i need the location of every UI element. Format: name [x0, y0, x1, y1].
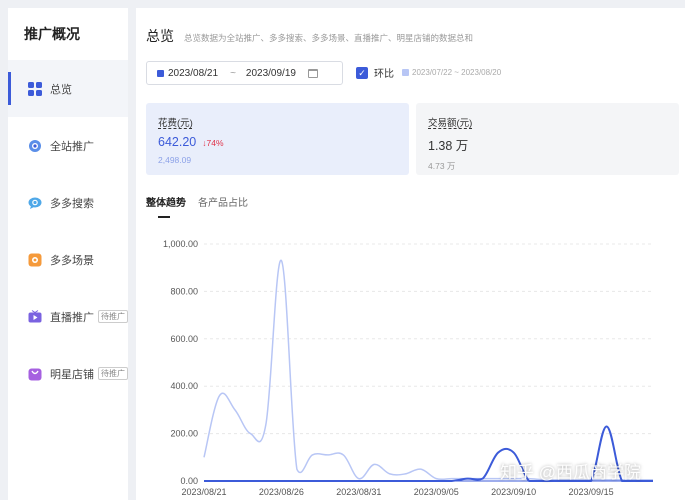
compare-range: 2023/07/22 ~ 2023/08/20	[412, 68, 502, 77]
x-tick-label: 2023/08/26	[259, 487, 304, 497]
sidebar-item-scene[interactable]: 多多场景	[8, 231, 128, 288]
sidebar-item-full-site[interactable]: 全站推广	[8, 117, 128, 174]
date-start[interactable]: 2023/08/21	[168, 68, 218, 79]
metric-card-gmv[interactable]: 交易额(元) 1.38 万 4.73 万	[416, 103, 679, 175]
sidebar-item-label: 多多场景	[50, 254, 94, 267]
compare-color-marker	[402, 69, 409, 76]
date-range-picker[interactable]: 2023/08/21 ~ 2023/09/19	[146, 61, 343, 85]
y-tick-label: 0.00	[180, 476, 198, 486]
page-description: 总览数据为全站推广、多多搜索、多多场景、直播推广、明星店铺的数据总和	[184, 33, 474, 43]
metric-value: 642.20	[158, 135, 197, 149]
pending-badge: 待推广	[98, 367, 128, 380]
sidebar-item-search[interactable]: 多多搜索	[8, 174, 128, 231]
metric-change-value: 74%	[206, 138, 224, 148]
page-title: 总览	[146, 28, 174, 44]
metric-label: 交易额(元)	[428, 118, 473, 129]
x-tick-label: 2023/09/15	[569, 487, 614, 497]
live-tv-icon	[28, 309, 42, 324]
sidebar-title: 推广概况	[24, 26, 80, 42]
date-separator: ~	[230, 67, 236, 79]
calendar-icon[interactable]	[307, 68, 318, 78]
pending-badge: 待推广	[98, 310, 128, 323]
chart-tabs: 整体趋势 各产品占比	[146, 194, 260, 218]
metric-previous: 4.73 万	[428, 161, 456, 171]
star-shop-icon	[28, 367, 42, 381]
x-tick-label: 2023/08/31	[336, 487, 381, 497]
watermark: 知乎 @西瓜商学院	[500, 463, 641, 482]
compare-checkbox[interactable]: ✓	[356, 66, 368, 79]
x-tick-label: 2023/09/10	[491, 487, 536, 497]
sidebar-item-label: 全站推广	[50, 140, 94, 153]
search-chat-icon	[28, 196, 42, 210]
date-end[interactable]: 2023/09/19	[246, 68, 296, 79]
sidebar-item-overview[interactable]: 总览	[8, 60, 128, 117]
metric-change: ↓74%	[202, 138, 223, 148]
scene-icon	[28, 253, 42, 267]
x-tick-label: 2023/09/05	[414, 487, 459, 497]
series-line-compare	[203, 259, 654, 481]
metric-label: 花费(元)	[158, 118, 193, 129]
sidebar-item-label: 明星店铺	[50, 368, 94, 381]
sidebar-item-star-shop[interactable]: 明星店铺 待推广	[8, 345, 128, 402]
y-tick-label: 600.00	[170, 334, 198, 344]
metric-value-row: 1.38 万	[428, 135, 667, 154]
compare-toggle[interactable]: ✓ 环比 2023/07/22 ~ 2023/08/20	[356, 65, 501, 80]
globe-promo-icon	[28, 139, 42, 153]
y-tick-label: 800.00	[170, 286, 198, 296]
y-tick-label: 1,000.00	[163, 239, 198, 249]
sidebar-item-label: 多多搜索	[50, 197, 94, 210]
x-tick-label: 2023/08/21	[181, 487, 226, 497]
series-color-marker	[157, 69, 164, 77]
grid-icon	[28, 81, 42, 96]
tab-product-share[interactable]: 各产品占比	[198, 194, 248, 215]
sidebar-item-live[interactable]: 直播推广 待推广	[8, 288, 128, 345]
sidebar-item-label: 总览	[50, 83, 72, 96]
metric-value: 1.38 万	[428, 139, 469, 153]
sidebar-item-label: 直播推广	[50, 311, 94, 324]
metric-previous: 2,498.09	[158, 155, 192, 165]
header: 总览 总览数据为全站推广、多多搜索、多多场景、直播推广、明星店铺的数据总和	[146, 26, 473, 46]
metric-value-row: 642.20 ↓74%	[158, 135, 397, 149]
y-tick-label: 200.00	[170, 429, 198, 439]
metric-card-spend[interactable]: 花费(元) 642.20 ↓74% 2,498.09	[146, 103, 409, 175]
sidebar: 推广概况 总览 全站推广 多多搜索 多多场景 直播推广 待推广 明星店铺 待推广	[8, 8, 128, 500]
compare-label: 环比	[374, 69, 394, 80]
y-tick-label: 400.00	[170, 381, 198, 391]
tab-overall-trend[interactable]: 整体趋势	[146, 194, 186, 218]
